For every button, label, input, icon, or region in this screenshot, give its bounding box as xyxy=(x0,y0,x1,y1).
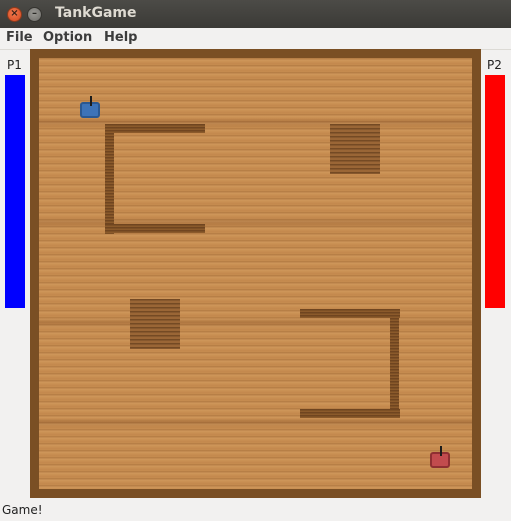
tank-barrel-icon xyxy=(440,446,442,456)
status-text: Game! xyxy=(2,503,43,517)
p1-label: P1 xyxy=(7,58,22,72)
menu-file[interactable]: File xyxy=(6,30,33,45)
minimize-icon: – xyxy=(32,8,37,19)
wall-top-right-horizontal xyxy=(300,309,400,318)
wall-bottom-left-horizontal xyxy=(105,224,205,233)
window-title: TankGame xyxy=(55,5,137,21)
wall-block-top-right xyxy=(330,124,380,174)
wall-block-bottom-left xyxy=(130,299,180,349)
wall-top-left-horizontal xyxy=(105,124,205,133)
minimize-button[interactable]: – xyxy=(27,7,42,22)
menu-bar: File Option Help xyxy=(0,28,511,50)
player1-tank xyxy=(80,96,100,118)
wall-left-vertical xyxy=(105,124,114,234)
player2-tank xyxy=(430,446,450,468)
close-button[interactable]: × xyxy=(7,7,22,22)
tank-barrel-icon xyxy=(90,96,92,106)
wall-bottom-right-horizontal xyxy=(300,409,400,418)
p1-health-bar xyxy=(5,75,25,308)
title-bar: × – TankGame xyxy=(0,0,511,28)
menu-help[interactable]: Help xyxy=(104,30,137,45)
close-icon: × xyxy=(10,8,19,19)
p2-health-bar xyxy=(485,75,505,308)
game-board[interactable] xyxy=(30,49,481,498)
menu-option[interactable]: Option xyxy=(43,30,92,45)
p2-label: P2 xyxy=(487,58,502,72)
wall-right-vertical xyxy=(390,309,399,417)
